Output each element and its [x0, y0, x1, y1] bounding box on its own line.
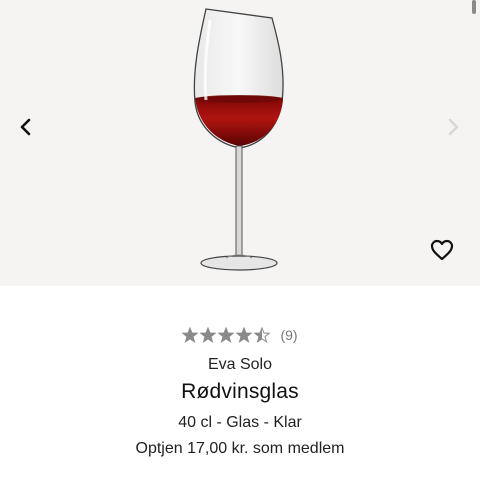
review-count[interactable]: (9): [280, 327, 297, 343]
star-full-icon: [200, 327, 217, 343]
heart-outline-icon: [430, 239, 454, 261]
star-full-icon: [218, 327, 235, 343]
star-full-icon: [182, 327, 199, 343]
previous-image-button[interactable]: [11, 112, 41, 142]
star-half-icon: [254, 327, 271, 343]
loyalty-points-text: Optjen 17,00 kr. som medlem: [135, 440, 345, 457]
product-rating[interactable]: (9): [0, 318, 480, 352]
rating-stars: [182, 327, 271, 343]
scrollbar[interactable]: [472, 0, 476, 14]
favorite-button[interactable]: [426, 234, 458, 266]
product-title: Rødvinsglas: [181, 380, 299, 403]
product-brand[interactable]: Eva Solo: [0, 354, 480, 376]
next-image-button[interactable]: [438, 112, 468, 142]
chevron-right-icon: [448, 118, 459, 136]
product-image: [193, 8, 284, 271]
star-full-icon: [236, 327, 253, 343]
product-variant: 40 cl - Glas - Klar: [178, 414, 302, 431]
product-info: (9) Eva Solo Rødvinsglas 40 cl - Glas - …: [0, 318, 480, 460]
product-gallery: [0, 0, 480, 286]
chevron-left-icon: [20, 118, 31, 136]
